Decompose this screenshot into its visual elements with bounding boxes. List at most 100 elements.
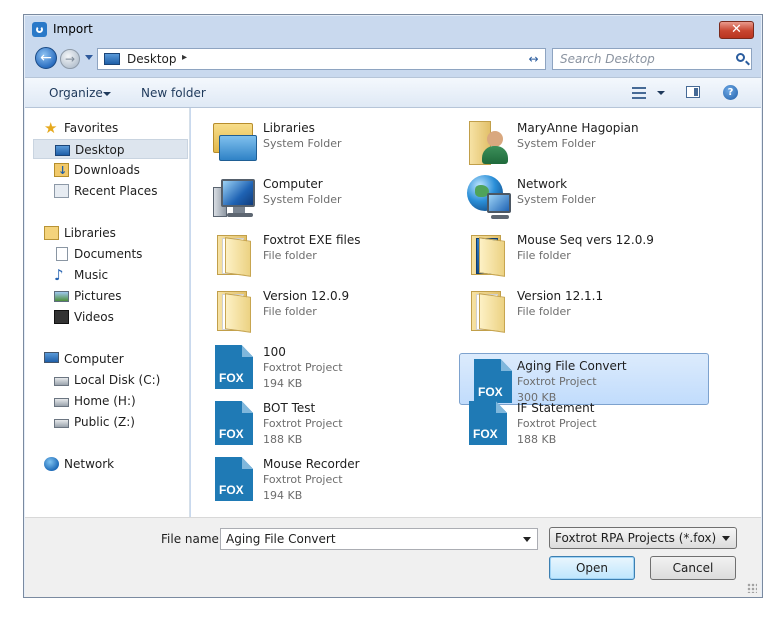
sidebar-item-videos[interactable]: Videos bbox=[54, 307, 184, 327]
file-name-input[interactable]: Aging File Convert bbox=[220, 528, 538, 550]
file-name: Aging File Convert bbox=[517, 359, 627, 373]
change-view-icon[interactable] bbox=[632, 87, 646, 99]
file-type: System Folder bbox=[263, 137, 342, 150]
file-item-libraries[interactable]: Libraries System Folder bbox=[191, 115, 441, 167]
libraries-icon bbox=[211, 117, 257, 165]
sidebar-item-label: Public (Z:) bbox=[74, 415, 135, 429]
search-placeholder: Search Desktop bbox=[560, 52, 655, 66]
file-item-100[interactable]: FOX 100 Foxtrot Project 194 KB bbox=[191, 339, 441, 391]
file-list: Libraries System Folder MaryAnne Hagopia… bbox=[191, 108, 761, 517]
forward-button[interactable]: → bbox=[60, 49, 80, 69]
cancel-button[interactable]: Cancel bbox=[650, 556, 736, 580]
desktop-icon bbox=[55, 145, 70, 156]
chevron-down-icon[interactable] bbox=[103, 92, 111, 96]
file-item-computer[interactable]: Computer System Folder bbox=[191, 171, 441, 223]
file-item-version-12-0-9[interactable]: Version 12.0.9 File folder bbox=[191, 283, 441, 335]
file-item-bot-test[interactable]: FOX BOT Test Foxtrot Project 188 KB bbox=[191, 395, 441, 447]
file-name: MaryAnne Hagopian bbox=[517, 121, 639, 135]
address-bar[interactable]: Desktop ▸ bbox=[97, 48, 544, 70]
file-item-version-12-1-1[interactable]: Version 12.1.1 File folder bbox=[445, 283, 695, 335]
file-name: Network bbox=[517, 177, 568, 191]
chevron-down-icon[interactable] bbox=[722, 536, 730, 541]
sidebar-item-label: Pictures bbox=[74, 289, 122, 303]
file-item-user-folder[interactable]: MaryAnne Hagopian System Folder bbox=[445, 115, 695, 167]
sidebar-item-music[interactable]: ♪ Music bbox=[54, 265, 184, 285]
sidebar-item-downloads[interactable]: Downloads bbox=[54, 160, 184, 181]
sidebar-item-label: Downloads bbox=[74, 163, 140, 177]
sidebar-item-label: Computer bbox=[64, 352, 124, 366]
import-dialog: Import ✕ ← → Desktop ▸ ↔ Search Desktop … bbox=[23, 14, 763, 598]
new-folder-button[interactable]: New folder bbox=[141, 86, 206, 100]
folder-icon bbox=[211, 229, 257, 277]
sidebar-item-computer[interactable]: Computer bbox=[44, 349, 184, 369]
music-icon: ♪ bbox=[54, 266, 64, 284]
chevron-down-icon[interactable] bbox=[523, 537, 531, 542]
fox-project-icon: FOX bbox=[465, 397, 511, 445]
network-drive-icon bbox=[54, 398, 69, 407]
sidebar-item-pictures[interactable]: Pictures bbox=[54, 286, 184, 306]
file-item-if-statement[interactable]: FOX IF Statement Foxtrot Project 188 KB bbox=[445, 395, 695, 447]
file-type: File folder bbox=[263, 305, 317, 318]
sidebar-item-label: Network bbox=[64, 457, 115, 471]
app-icon bbox=[32, 22, 47, 37]
sidebar-item-label: Videos bbox=[74, 310, 114, 324]
sidebar-item-documents[interactable]: Documents bbox=[54, 244, 184, 264]
refresh-button[interactable]: ↔ bbox=[522, 48, 546, 70]
sidebar-item-label: Music bbox=[74, 268, 109, 282]
open-button[interactable]: Open bbox=[549, 556, 635, 580]
file-item-foxtrot-exe-files[interactable]: Foxtrot EXE files File folder bbox=[191, 227, 441, 279]
documents-icon bbox=[56, 247, 68, 261]
address-breadcrumb-desktop[interactable]: Desktop bbox=[127, 52, 177, 66]
file-item-mouse-recorder[interactable]: FOX Mouse Recorder Foxtrot Project 194 K… bbox=[191, 451, 441, 503]
file-name-label: File name: bbox=[161, 532, 223, 546]
sidebar-item-desktop[interactable]: Desktop bbox=[33, 139, 188, 159]
file-name: BOT Test bbox=[263, 401, 316, 415]
file-type: Foxtrot Project bbox=[263, 417, 343, 430]
file-type: System Folder bbox=[517, 193, 596, 206]
sidebar-item-home-drive[interactable]: Home (H:) bbox=[54, 391, 184, 411]
recent-locations-dropdown-icon[interactable] bbox=[85, 55, 93, 60]
file-type: File folder bbox=[517, 305, 571, 318]
file-name-value[interactable]: Aging File Convert bbox=[226, 532, 336, 546]
preview-pane-icon[interactable] bbox=[686, 86, 700, 98]
file-type: Foxtrot Project bbox=[517, 375, 597, 388]
file-name: Computer bbox=[263, 177, 323, 191]
back-button[interactable]: ← bbox=[35, 47, 57, 69]
file-item-network[interactable]: Network System Folder bbox=[445, 171, 695, 223]
dialog-footer: File name: Aging File Convert Foxtrot RP… bbox=[25, 517, 761, 597]
navigation-pane: ★ Favorites Desktop Downloads Recent Pla… bbox=[25, 108, 190, 517]
command-bar: Organize New folder ? bbox=[25, 77, 761, 108]
search-icon[interactable] bbox=[736, 53, 745, 62]
desktop-icon bbox=[104, 53, 120, 65]
organize-menu[interactable]: Organize bbox=[49, 86, 103, 100]
network-icon bbox=[44, 457, 59, 471]
help-icon[interactable]: ? bbox=[723, 85, 738, 100]
search-input[interactable]: Search Desktop bbox=[552, 48, 752, 70]
file-size: 194 KB bbox=[263, 489, 303, 502]
sidebar-item-favorites[interactable]: ★ Favorites bbox=[44, 118, 184, 138]
downloads-icon bbox=[54, 161, 69, 181]
file-type-value: Foxtrot RPA Projects (*.fox) bbox=[555, 531, 717, 545]
file-name: Mouse Seq vers 12.0.9 bbox=[517, 233, 654, 247]
sidebar-item-libraries[interactable]: Libraries bbox=[44, 223, 184, 243]
file-item-mouse-seq[interactable]: Mouse Seq vers 12.0.9 File folder bbox=[445, 227, 695, 279]
network-icon bbox=[465, 173, 511, 221]
file-type: Foxtrot Project bbox=[263, 361, 343, 374]
file-type-select[interactable]: Foxtrot RPA Projects (*.fox) bbox=[549, 527, 737, 549]
user-folder-icon bbox=[465, 117, 511, 165]
pictures-icon bbox=[54, 291, 69, 302]
close-button[interactable]: ✕ bbox=[719, 21, 754, 39]
sidebar-item-label: Local Disk (C:) bbox=[74, 373, 161, 387]
sidebar-item-network[interactable]: Network bbox=[44, 454, 184, 474]
view-options-chevron-icon[interactable] bbox=[657, 91, 665, 95]
sidebar-item-recent-places[interactable]: Recent Places bbox=[54, 181, 184, 201]
file-name: Version 12.1.1 bbox=[517, 289, 604, 303]
file-name: IF Statement bbox=[517, 401, 595, 415]
folder-icon bbox=[211, 285, 257, 333]
folder-icon bbox=[465, 229, 511, 277]
resize-grip-icon[interactable] bbox=[747, 583, 757, 593]
sidebar-item-public-drive[interactable]: Public (Z:) bbox=[54, 412, 184, 432]
sidebar-item-local-disk[interactable]: Local Disk (C:) bbox=[54, 370, 184, 390]
breadcrumb-chevron-icon[interactable]: ▸ bbox=[182, 52, 187, 63]
title-bar[interactable]: Import ✕ bbox=[24, 15, 762, 45]
